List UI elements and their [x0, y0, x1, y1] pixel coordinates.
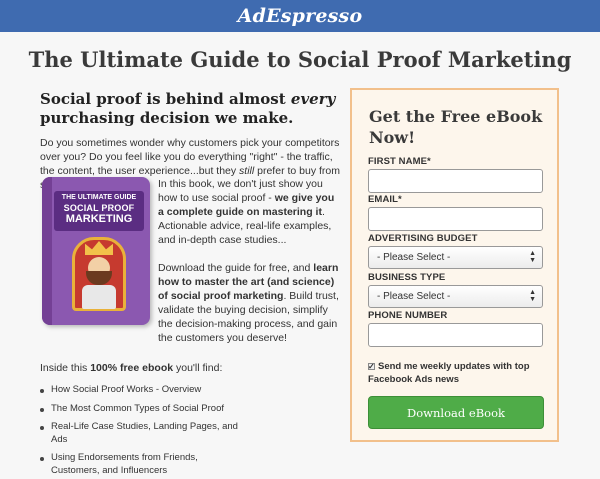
first-name-input[interactable]	[368, 169, 543, 193]
signup-form: Get the Free eBook Now! FIRST NAME* EMAI…	[350, 88, 559, 442]
budget-select-value: - Please Select -	[377, 252, 451, 263]
list-item: Real-Life Case Studies, Landing Pages, a…	[40, 421, 240, 446]
newsletter-label: Send me weekly updates with top Facebook…	[368, 361, 530, 385]
newsletter-checkbox[interactable]	[368, 360, 375, 373]
list-item: The Most Common Types of Social Proof	[40, 403, 240, 416]
email-input[interactable]	[368, 207, 543, 231]
intro-headline: Social proof is behind almost every purc…	[40, 90, 336, 127]
select-arrows-icon: ▲ ▼	[529, 250, 536, 264]
download-ebook-button[interactable]: Download eBook	[368, 396, 544, 429]
phone-input[interactable]	[368, 323, 543, 347]
email-label: EMAIL*	[368, 194, 402, 205]
business-type-select[interactable]: - Please Select - ▲ ▼	[368, 285, 543, 308]
select-arrows-icon: ▲ ▼	[529, 289, 536, 303]
ebook-cover-image: THE ULTIMATE GUIDE SOCIAL PROOF MARKETIN…	[42, 177, 150, 325]
budget-label: ADVERTISING BUDGET	[368, 233, 478, 244]
page-title: The Ultimate Guide to Social Proof Marke…	[28, 47, 572, 72]
list-item: How Social Proof Works - Overview	[40, 384, 240, 397]
book-paragraph-1: In this book, we don't just show you how…	[158, 178, 335, 246]
newsletter-option: Send me weekly updates with top Facebook…	[368, 360, 548, 386]
top-bar: AdEspresso	[0, 0, 600, 32]
adespresso-logo[interactable]: AdEspresso	[238, 5, 363, 27]
book-description: In this book, we don't just show you how…	[158, 177, 340, 345]
inside-ebook-text: Inside this 100% free ebook you'll find:	[40, 362, 223, 374]
business-type-label: BUSINESS TYPE	[368, 272, 446, 283]
ebook-contents-list: How Social Proof Works - Overview The Mo…	[40, 384, 240, 479]
list-item: Using Endorsements from Friends, Custome…	[40, 452, 240, 477]
budget-select[interactable]: - Please Select - ▲ ▼	[368, 246, 543, 269]
first-name-label: FIRST NAME*	[368, 156, 431, 167]
phone-label: PHONE NUMBER	[368, 310, 448, 321]
form-title: Get the Free eBook Now!	[369, 107, 543, 147]
business-type-select-value: - Please Select -	[377, 291, 451, 302]
book-paragraph-2: Download the guide for free, and learn h…	[158, 262, 339, 344]
